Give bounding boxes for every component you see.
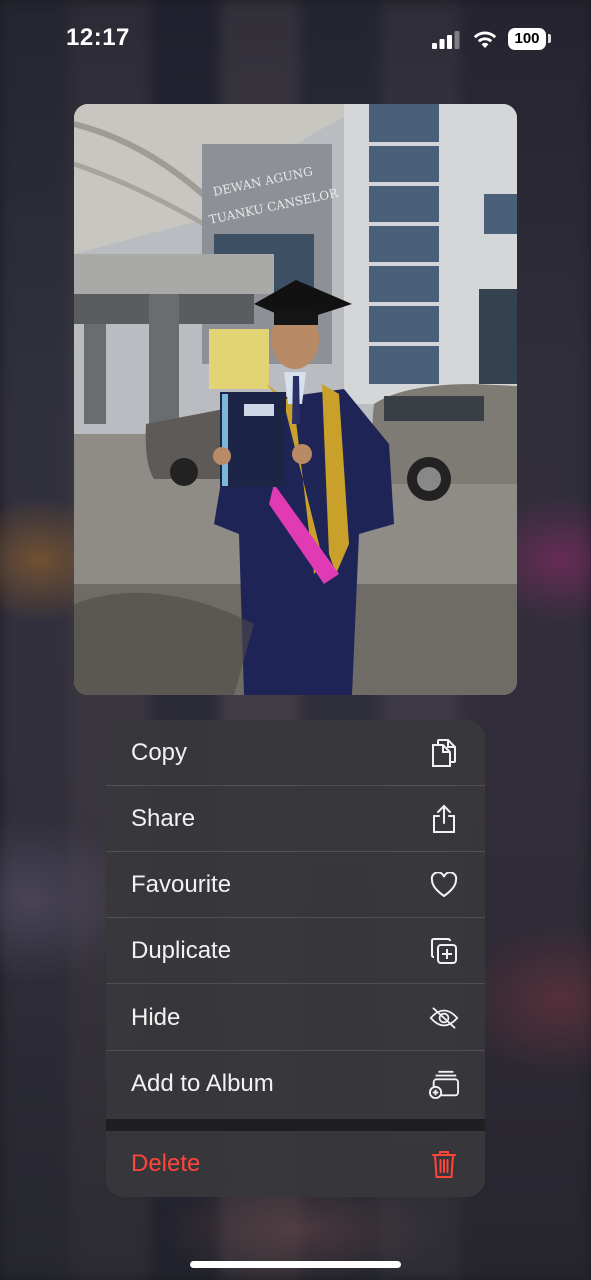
wifi-icon — [473, 31, 497, 48]
menu-item-label: Delete — [131, 1150, 201, 1177]
menu-group-separator — [106, 1119, 485, 1131]
battery-indicator: 100 — [508, 28, 546, 50]
menu-item-share[interactable]: Share — [106, 786, 485, 852]
copy-icon — [429, 738, 459, 768]
status-time: 12:17 — [66, 24, 130, 51]
graduation-photo-illustration: DEWAN AGUNG TUANKU CANSELOR — [74, 104, 517, 695]
menu-item-label: Share — [131, 804, 196, 832]
menu-item-favourite[interactable]: Favourite — [106, 852, 485, 918]
menu-item-hide[interactable]: Hide — [106, 985, 485, 1051]
menu-item-label: Hide — [131, 1003, 181, 1031]
duplicate-icon — [429, 936, 459, 966]
menu-item-copy[interactable]: Copy — [106, 720, 485, 786]
menu-item-label: Copy — [131, 738, 188, 766]
menu-item-add-to-album[interactable]: Add to Album — [106, 1051, 485, 1117]
battery-terminal — [548, 34, 551, 43]
menu-item-label: Favourite — [131, 870, 232, 898]
photo-preview[interactable]: DEWAN AGUNG TUANKU CANSELOR — [74, 104, 517, 695]
menu-item-label: Duplicate — [131, 936, 232, 964]
add-to-album-icon — [429, 1069, 459, 1099]
cellular-signal-icon — [432, 31, 460, 49]
share-icon — [429, 804, 459, 834]
heart-icon — [429, 870, 459, 900]
menu-item-delete[interactable]: Delete — [106, 1131, 485, 1197]
status-bar: 12:17 100 — [0, 0, 591, 80]
trash-icon — [429, 1149, 459, 1179]
menu-item-duplicate[interactable]: Duplicate — [106, 918, 485, 984]
eye-slash-icon — [429, 1003, 459, 1033]
home-indicator[interactable] — [190, 1261, 401, 1268]
menu-item-label: Add to Album — [131, 1070, 274, 1097]
context-menu: Copy Share Favourite Duplicate Hide Add … — [106, 720, 485, 1197]
